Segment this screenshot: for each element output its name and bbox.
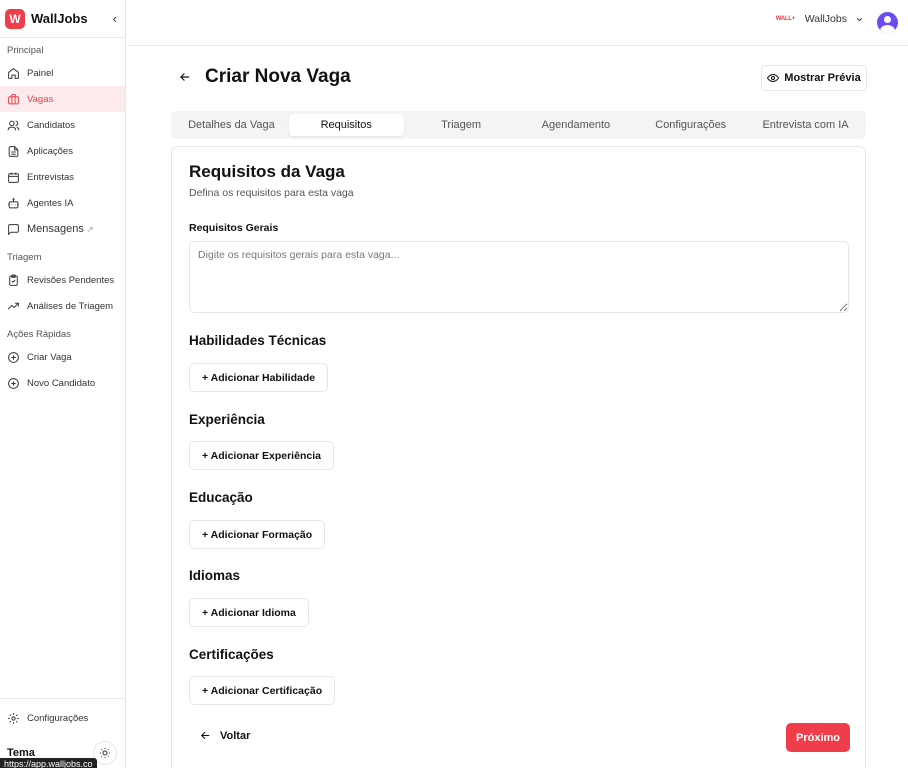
file-icon [8, 145, 19, 157]
back-button[interactable]: Voltar [199, 729, 250, 742]
sidebar-item-configuracoes[interactable]: Configurações [0, 705, 125, 731]
topbar: WALL+ WallJobs [127, 0, 908, 46]
theme-toggle-button[interactable] [93, 741, 117, 765]
brand-name: WallJobs [31, 11, 88, 26]
tenant-logo: WALL+ [775, 16, 795, 22]
sidebar-item-label: Mensagens [27, 223, 84, 235]
back-button-label: Voltar [220, 729, 251, 742]
plus-circle-icon [8, 351, 19, 363]
show-preview-label: Mostrar Prévia [784, 72, 861, 84]
gear-icon [8, 712, 19, 724]
card-title: Requisitos da Vaga [189, 162, 345, 181]
arrow-left-icon [200, 731, 210, 740]
section-label-principal: Principal [7, 44, 44, 56]
sidebar-item-agentes-ia[interactable]: Agentes IA [0, 190, 125, 216]
add-language-button[interactable]: + Adicionar Idioma [189, 598, 309, 627]
requirements-card: Requisitos da Vaga Defina os requisitos … [171, 146, 866, 768]
avatar[interactable] [877, 12, 898, 33]
plus-circle-icon [8, 377, 19, 389]
walljobs-logo: W [5, 8, 25, 29]
section-label-triagem: Triagem [7, 251, 42, 263]
sidebar-item-vagas[interactable]: Vagas [0, 86, 125, 112]
tab-requisitos[interactable]: Requisitos [288, 114, 404, 136]
clipboard-check-icon [9, 274, 18, 286]
section-heading-idiomas: Idiomas [189, 568, 241, 583]
collapse-sidebar-icon[interactable]: ‹ [113, 11, 117, 26]
tab-agendamento[interactable]: Agendamento [518, 114, 633, 136]
back-arrow-icon[interactable] [178, 70, 192, 84]
general-requirements-input[interactable] [189, 241, 849, 313]
sidebar-item-novo-candidato[interactable]: Novo Candidato [0, 370, 125, 396]
brand-header: W WallJobs ‹ [0, 0, 125, 38]
sidebar-item-label: Entrevistas [27, 171, 74, 183]
sidebar-item-label: Configurações [27, 712, 89, 724]
section-heading-experiencia: Experiência [189, 412, 265, 427]
sidebar-item-aplicacoes[interactable]: Aplicações [0, 138, 125, 164]
section-heading-certificacoes: Certificações [189, 647, 274, 662]
wizard-tabs: Detalhes da Vaga Requisitos Triagem Agen… [171, 111, 866, 139]
home-icon [8, 67, 19, 79]
bot-icon [8, 197, 19, 208]
sidebar-item-painel[interactable]: Painel [0, 60, 125, 86]
trending-up-icon [7, 302, 19, 310]
page-title: Criar Nova Vaga [205, 66, 351, 87]
sidebar-item-label: Vagas [27, 93, 54, 105]
add-skill-button[interactable]: + Adicionar Habilidade [189, 363, 329, 392]
general-requirements-label: Requisitos Gerais [189, 222, 279, 234]
sidebar-item-mensagens[interactable]: Mensagens ↗ [0, 216, 125, 242]
tab-triagem[interactable]: Triagem [404, 114, 519, 136]
users-icon [7, 120, 20, 130]
add-education-button[interactable]: + Adicionar Formação [189, 520, 326, 549]
add-certification-button[interactable]: + Adicionar Certificação [189, 676, 336, 705]
message-icon [8, 223, 19, 236]
tab-detalhes-da-vaga[interactable]: Detalhes da Vaga [174, 114, 289, 136]
tab-entrevista-com-ia[interactable]: Entrevista com IA [748, 114, 863, 136]
eye-icon [767, 73, 780, 83]
next-button[interactable]: Próximo [786, 723, 850, 752]
sidebar-item-label: Aplicações [27, 145, 73, 157]
add-experience-button[interactable]: + Adicionar Experiência [189, 441, 334, 470]
section-label-acoes-rapidas: Ações Rápidas [7, 328, 71, 340]
sidebar-item-label: Agentes IA [27, 197, 74, 209]
status-url-tooltip: https://app.walljobs.co [0, 758, 97, 768]
sun-icon [100, 748, 110, 758]
sidebar-item-label: Revisões Pendentes [27, 274, 115, 286]
sidebar: W WallJobs ‹ Principal Painel Vagas Cand… [0, 0, 126, 768]
sidebar-item-candidatos[interactable]: Candidatos [0, 112, 125, 138]
sidebar-item-analises-triagem[interactable]: Análises de Triagem [0, 293, 125, 319]
sidebar-item-label: Novo Candidato [27, 377, 96, 389]
card-subtitle: Defina os requisitos para esta vaga [189, 187, 354, 199]
briefcase-icon [8, 93, 19, 104]
sidebar-item-label: Painel [27, 67, 54, 79]
tenant-name: WallJobs [804, 13, 847, 25]
tab-configuracoes[interactable]: Configurações [633, 114, 748, 136]
sidebar-item-entrevistas[interactable]: Entrevistas [0, 164, 125, 190]
sidebar-item-revisoes-pendentes[interactable]: Revisões Pendentes [0, 267, 125, 293]
sidebar-item-label: Análises de Triagem [27, 300, 114, 312]
sidebar-item-criar-vaga[interactable]: Criar Vaga [0, 344, 125, 370]
show-preview-button[interactable]: Mostrar Prévia [761, 65, 867, 91]
chevron-down-icon [856, 17, 863, 21]
external-link-icon: ↗ [86, 224, 94, 234]
tenant-switcher[interactable]: WALL+ WallJobs [776, 13, 864, 25]
section-heading-habilidades: Habilidades Técnicas [189, 333, 327, 348]
calendar-icon [8, 172, 19, 183]
section-heading-educacao: Educação [189, 490, 253, 505]
sidebar-item-label: Criar Vaga [27, 351, 72, 363]
sidebar-item-label: Candidatos [27, 119, 76, 131]
